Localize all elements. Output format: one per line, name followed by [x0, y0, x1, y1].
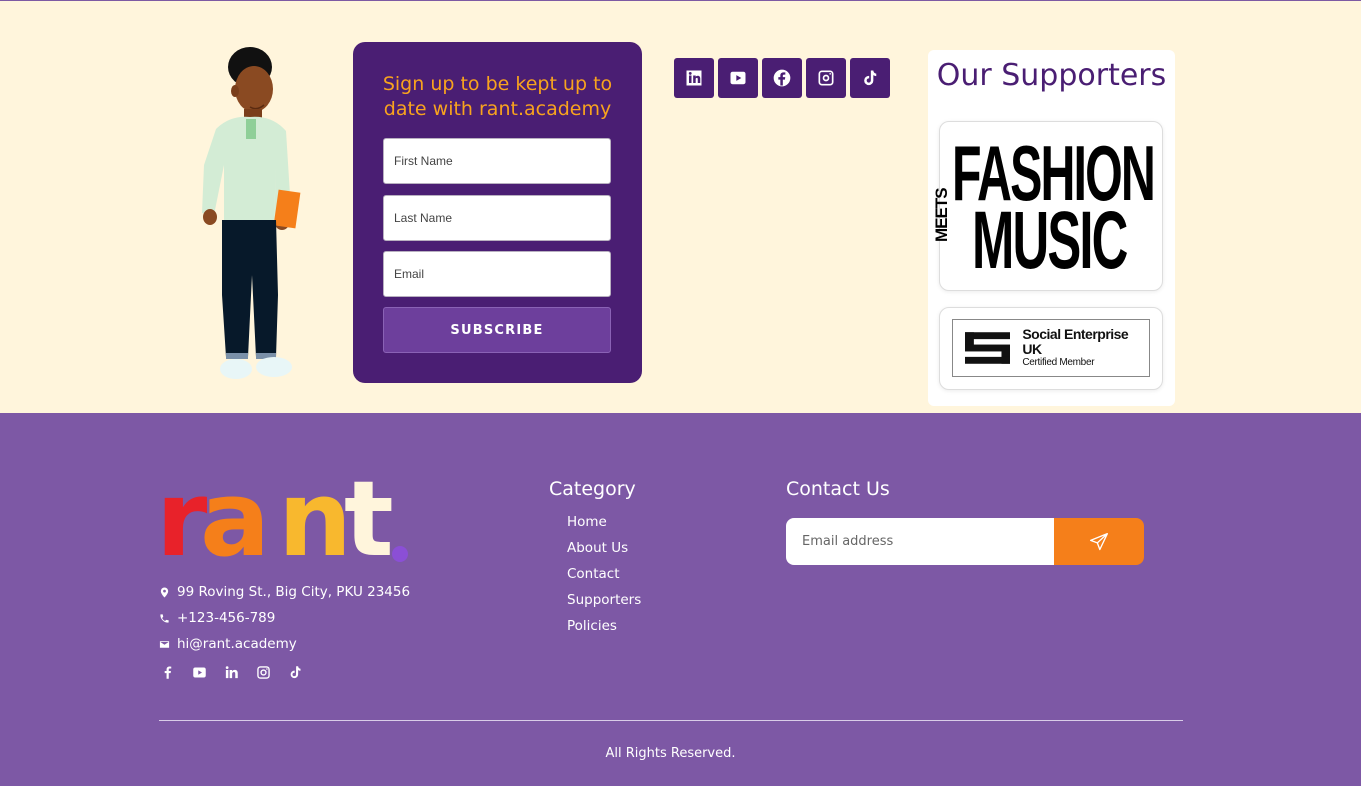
- copyright-text: All Rights Reserved.: [605, 746, 736, 761]
- rant-logo[interactable]: r a n t: [156, 469, 416, 569]
- footer-divider: [159, 720, 1183, 721]
- music-logo-word: MUSIC: [972, 195, 1128, 286]
- footer-linkedin-link[interactable]: [223, 663, 239, 681]
- contact-us-title: Contact Us: [786, 478, 890, 500]
- instagram-icon: [256, 665, 270, 679]
- envelope-icon: [159, 640, 170, 648]
- youtube-icon: [192, 667, 206, 677]
- tiktok-icon: [864, 70, 877, 86]
- linkedin-icon: [686, 70, 702, 86]
- social-links: [674, 58, 890, 98]
- phone-row: +123-456-789: [159, 605, 410, 631]
- category-title: Category: [549, 478, 636, 500]
- footer-link-contact[interactable]: Contact: [567, 566, 641, 592]
- footer-link-about-us[interactable]: About Us: [567, 540, 641, 566]
- youtube-icon: [730, 71, 746, 85]
- linkedin-button[interactable]: [674, 58, 714, 98]
- newsletter-email-input[interactable]: [786, 518, 1054, 565]
- seuk-mark-icon: [965, 332, 1011, 364]
- first-name-input[interactable]: [383, 138, 611, 184]
- email-text[interactable]: hi@rant.academy: [177, 636, 297, 652]
- signup-section: Sign up to be kept up to date with rant.…: [0, 1, 1361, 413]
- seuk-subtitle: Certified Member: [1022, 357, 1095, 368]
- logo-letter-a: a: [200, 469, 270, 569]
- signup-card: Sign up to be kept up to date with rant.…: [353, 42, 642, 383]
- facebook-button[interactable]: [762, 58, 802, 98]
- instagram-icon: [818, 70, 834, 86]
- signup-title: Sign up to be kept up to date with rant.…: [382, 73, 613, 120]
- facebook-icon: [773, 69, 791, 87]
- footer-instagram-link[interactable]: [255, 663, 271, 681]
- map-pin-icon: [160, 586, 169, 598]
- footer-link-policies[interactable]: Policies: [567, 618, 641, 644]
- email-row: hi@rant.academy: [159, 631, 410, 657]
- newsletter-send-button[interactable]: [1054, 518, 1144, 565]
- footer-link-supporters[interactable]: Supporters: [567, 592, 641, 618]
- tiktok-button[interactable]: [850, 58, 890, 98]
- student-illustration: [202, 47, 301, 379]
- phone-text[interactable]: +123-456-789: [177, 610, 275, 626]
- logo-letter-t: t: [344, 469, 394, 569]
- meets-logo-word: MEETS: [932, 188, 951, 242]
- address-row: 99 Roving St., Big City, PKU 23456: [159, 579, 410, 605]
- newsletter-form: [786, 518, 1144, 565]
- logo-dot: [392, 546, 408, 562]
- logo-letter-n: n: [278, 469, 352, 569]
- paper-plane-icon: [1090, 532, 1108, 550]
- address-text: 99 Roving St., Big City, PKU 23456: [177, 584, 411, 600]
- linkedin-icon: [225, 665, 238, 678]
- footer-link-home[interactable]: Home: [567, 514, 641, 540]
- footer-facebook-link[interactable]: [159, 663, 175, 681]
- tiktok-icon: [290, 665, 300, 678]
- footer-social-links: [159, 663, 303, 681]
- seuk-title: Social Enterprise UK: [1022, 326, 1129, 357]
- instagram-button[interactable]: [806, 58, 846, 98]
- category-list: Home About Us Contact Supporters Policie…: [567, 514, 641, 644]
- facebook-icon: [164, 665, 171, 679]
- social-enterprise-uk-logo[interactable]: Social Enterprise UK Certified Member: [939, 307, 1163, 390]
- last-name-input[interactable]: [383, 195, 611, 241]
- subscribe-button[interactable]: SUBSCRIBE: [383, 307, 611, 353]
- footer-youtube-link[interactable]: [191, 663, 207, 681]
- supporters-title: Our Supporters: [936, 58, 1167, 93]
- youtube-button[interactable]: [718, 58, 758, 98]
- fashion-meets-music-logo[interactable]: FASHION MEETS MUSIC: [932, 121, 1163, 291]
- phone-icon: [160, 613, 169, 623]
- email-input[interactable]: [383, 251, 611, 297]
- site-footer: r a n t 99 Roving St., Big City, PKU 234…: [0, 413, 1361, 786]
- supporters-panel: Our Supporters FASHION MEETS MUSIC Socia…: [928, 50, 1175, 406]
- footer-tiktok-link[interactable]: [287, 663, 303, 681]
- contact-info: 99 Roving St., Big City, PKU 23456 +123-…: [159, 579, 410, 657]
